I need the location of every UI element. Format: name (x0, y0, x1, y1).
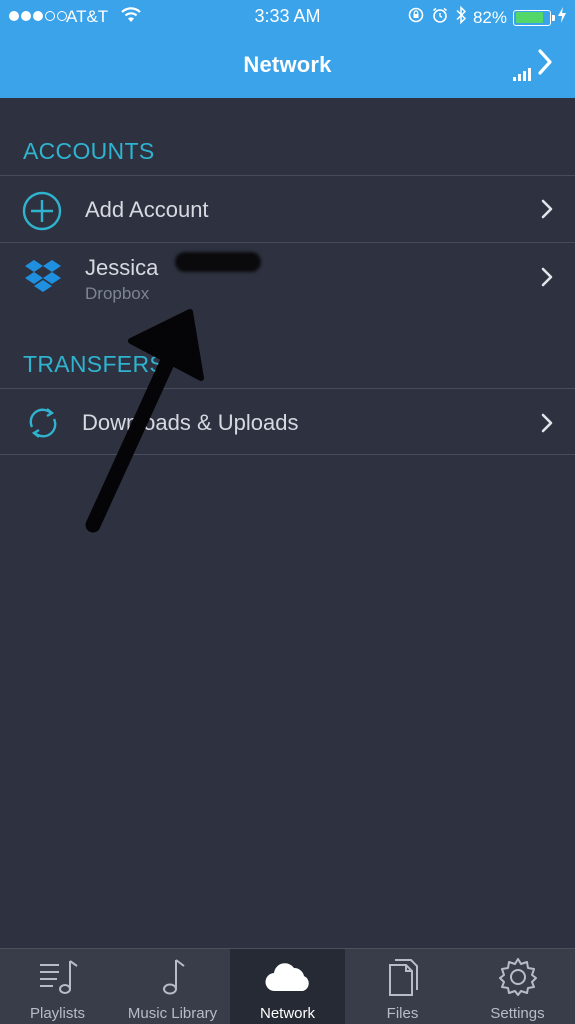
files-icon (345, 957, 460, 999)
tab-files[interactable]: Files (345, 949, 460, 1024)
gear-icon (460, 957, 575, 997)
tab-label: Playlists (29, 1005, 85, 1022)
playlist-icon (0, 957, 115, 997)
cloud-icon (230, 961, 345, 993)
tab-label: Settings (490, 1005, 545, 1022)
tab-playlists[interactable]: Playlists (0, 949, 115, 1024)
tab-music-library[interactable]: Music Library (115, 949, 230, 1024)
tab-network[interactable]: Network (230, 949, 345, 1024)
tab-label: Music Library (127, 1005, 218, 1022)
annotation-arrow-icon (85, 309, 204, 533)
tab-label: Files (386, 1005, 419, 1022)
music-note-icon (115, 957, 230, 997)
tab-label: Network (259, 1005, 315, 1022)
tab-bar: Playlists Music Library Network Files Se… (0, 948, 575, 1024)
tab-settings[interactable]: Settings (460, 949, 575, 1024)
